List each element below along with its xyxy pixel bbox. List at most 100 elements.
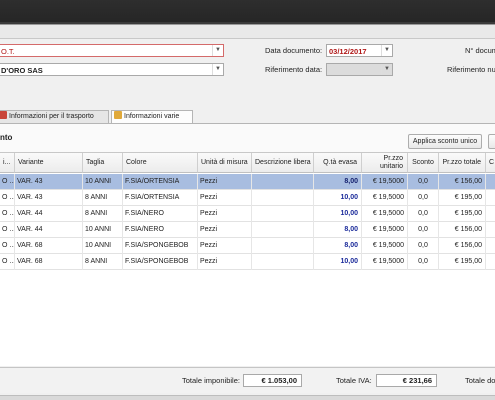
cell-descrizione[interactable] — [252, 206, 314, 222]
cell-variante[interactable]: VAR. 44 — [15, 222, 83, 238]
cell-sconto[interactable]: 0,0 — [408, 254, 439, 270]
data-documento-label: Data documento: — [265, 46, 323, 55]
cell-sconto[interactable]: 0,0 — [408, 238, 439, 254]
cell-qta[interactable]: 8,00 — [314, 238, 362, 254]
cell-colore[interactable]: F.SIA/NERO — [123, 222, 198, 238]
cell-extra[interactable] — [486, 238, 495, 254]
cell-descrizione[interactable] — [252, 190, 314, 206]
chevron-down-icon[interactable]: ▼ — [212, 64, 223, 75]
column-header-variante[interactable]: Variante — [15, 153, 83, 173]
column-header-sconto[interactable]: Sconto — [408, 153, 439, 173]
customer-code-combo[interactable]: O.T. ▼ — [0, 44, 224, 57]
totale-imponibile-value: € 1.053,00 — [243, 374, 302, 387]
cell-sconto[interactable]: 0,0 — [408, 174, 439, 190]
cell-taglia[interactable]: 8 ANNI — [83, 206, 123, 222]
window-title-bar — [0, 0, 495, 22]
cell-totale[interactable]: € 195,00 — [439, 190, 486, 206]
cell-prezzo[interactable]: € 19,5000 — [362, 254, 408, 270]
table-row[interactable]: O ... VAR. 68 8 ANNI F.SIA/SPONGEBOB Pezzi 10… — [0, 254, 495, 270]
riferimento-numero-label: Riferimento nu — [447, 65, 495, 74]
cell-prezzo[interactable]: € 19,5000 — [362, 222, 408, 238]
cell-unita[interactable]: Pezzi — [198, 206, 252, 222]
cell-totale[interactable]: € 156,00 — [439, 238, 486, 254]
column-header-qta[interactable]: Q.tà evasa — [314, 153, 362, 173]
cell-unita[interactable]: Pezzi — [198, 238, 252, 254]
cell-taglia[interactable]: 10 ANNI — [83, 222, 123, 238]
cell-unita[interactable]: Pezzi — [198, 254, 252, 270]
tab-informazioni-trasporto[interactable]: Informazioni per il trasporto — [0, 110, 109, 123]
cell-qta[interactable]: 8,00 — [314, 174, 362, 190]
cell-qta[interactable]: 10,00 — [314, 190, 362, 206]
cell-descrizione[interactable] — [252, 222, 314, 238]
data-documento-field[interactable]: 03/12/2017 ▼ — [326, 44, 393, 57]
table-row[interactable]: O ... VAR. 68 10 ANNI F.SIA/SPONGEBOB Pezzi 8… — [0, 238, 495, 254]
cell-prezzo[interactable]: € 19,5000 — [362, 174, 408, 190]
cell-extra[interactable] — [486, 222, 495, 238]
cell-unita[interactable]: Pezzi — [198, 190, 252, 206]
cell-colore[interactable]: F.SIA/NERO — [123, 206, 198, 222]
column-header-last[interactable]: C — [486, 153, 495, 173]
cell-totale[interactable]: € 195,00 — [439, 254, 486, 270]
cell-descrizione[interactable] — [252, 254, 314, 270]
cell-unita[interactable]: Pezzi — [198, 222, 252, 238]
cell-prezzo[interactable]: € 19,5000 — [362, 206, 408, 222]
cell-first[interactable]: O ... — [0, 254, 15, 270]
table-row[interactable]: O ... VAR. 43 8 ANNI F.SIA/ORTENSIA Pezzi 10,… — [0, 190, 495, 206]
cell-first[interactable]: O ... — [0, 238, 15, 254]
cell-qta[interactable]: 10,00 — [314, 206, 362, 222]
cell-first[interactable]: O ... — [0, 174, 15, 190]
cell-colore[interactable]: F.SIA/ORTENSIA — [123, 174, 198, 190]
cell-totale[interactable]: € 156,00 — [439, 174, 486, 190]
cell-sconto[interactable]: 0,0 — [408, 190, 439, 206]
cell-extra[interactable] — [486, 190, 495, 206]
column-header-taglia[interactable]: Taglia — [83, 153, 123, 173]
cell-first[interactable]: O ... — [0, 190, 15, 206]
cell-taglia[interactable]: 10 ANNI — [83, 238, 123, 254]
cell-extra[interactable] — [486, 206, 495, 222]
cell-totale[interactable]: € 156,00 — [439, 222, 486, 238]
cell-totale[interactable]: € 195,00 — [439, 206, 486, 222]
cell-descrizione[interactable] — [252, 238, 314, 254]
chevron-down-icon[interactable]: ▼ — [381, 64, 392, 75]
cell-variante[interactable]: VAR. 68 — [15, 254, 83, 270]
cell-colore[interactable]: F.SIA/SPONGEBOB — [123, 238, 198, 254]
cell-colore[interactable]: F.SIA/SPONGEBOB — [123, 254, 198, 270]
cell-first[interactable]: O ... — [0, 206, 15, 222]
cell-prezzo[interactable]: € 19,5000 — [362, 190, 408, 206]
customer-name-combo[interactable]: D'ORO SAS ▼ — [0, 63, 224, 76]
cell-taglia[interactable]: 10 ANNI — [83, 174, 123, 190]
column-header-first[interactable]: i... — [0, 153, 15, 173]
column-header-prezzo[interactable]: Pr.zzo unitario — [362, 153, 408, 173]
column-header-totale[interactable]: Pr.zzo totale — [439, 153, 486, 173]
cell-taglia[interactable]: 8 ANNI — [83, 190, 123, 206]
cell-taglia[interactable]: 8 ANNI — [83, 254, 123, 270]
cell-extra[interactable] — [486, 174, 495, 190]
riferimento-data-field[interactable]: ▼ — [326, 63, 393, 76]
apply-discount-button[interactable]: Applica sconto unico — [408, 134, 482, 149]
cell-extra[interactable] — [486, 254, 495, 270]
column-header-colore[interactable]: Colore — [123, 153, 198, 173]
column-header-descrizione[interactable]: Descrizione libera — [252, 153, 314, 173]
column-header-unita[interactable]: Unità di misura — [198, 153, 252, 173]
cell-sconto[interactable]: 0,0 — [408, 206, 439, 222]
cell-colore[interactable]: F.SIA/ORTENSIA — [123, 190, 198, 206]
cell-prezzo[interactable]: € 19,5000 — [362, 238, 408, 254]
tab-informazioni-varie[interactable]: Informazioni varie — [111, 110, 193, 123]
cell-qta[interactable]: 8,00 — [314, 222, 362, 238]
cell-variante[interactable]: VAR. 68 — [15, 238, 83, 254]
cell-variante[interactable]: VAR. 43 — [15, 190, 83, 206]
cell-sconto[interactable]: 0,0 — [408, 222, 439, 238]
cell-variante[interactable]: VAR. 44 — [15, 206, 83, 222]
table-row[interactable]: O ... VAR. 43 10 ANNI F.SIA/ORTENSIA Pezzi 8,… — [0, 174, 495, 190]
extra-action-button[interactable] — [488, 134, 495, 149]
cell-qta[interactable]: 10,00 — [314, 254, 362, 270]
cell-variante[interactable]: VAR. 43 — [15, 174, 83, 190]
table-row[interactable]: O ... VAR. 44 10 ANNI F.SIA/NERO Pezzi 8,00 € … — [0, 222, 495, 238]
tab-panel: nto Applica sconto unico i... Variante T… — [0, 123, 495, 366]
cell-first[interactable]: O ... — [0, 222, 15, 238]
cell-descrizione[interactable] — [252, 174, 314, 190]
table-row[interactable]: O ... VAR. 44 8 ANNI F.SIA/NERO Pezzi 10,00 € … — [0, 206, 495, 222]
cell-unita[interactable]: Pezzi — [198, 174, 252, 190]
chevron-down-icon[interactable]: ▼ — [212, 45, 223, 56]
chevron-down-icon[interactable]: ▼ — [381, 45, 392, 56]
